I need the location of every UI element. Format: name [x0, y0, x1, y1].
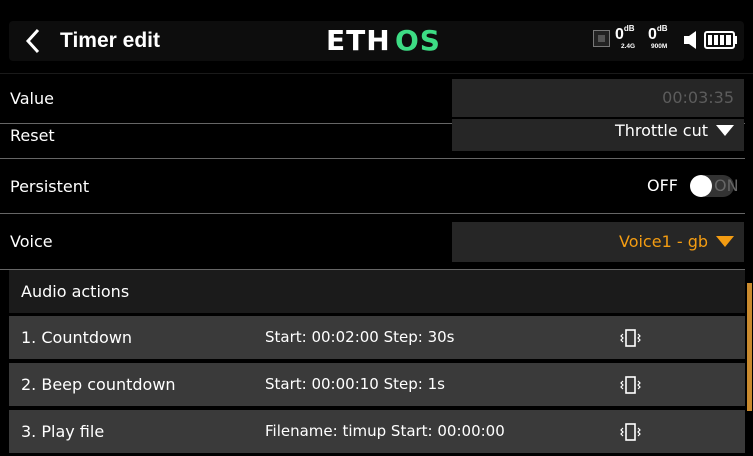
audio-action-detail: Start: 00:00:10 Step: 1s — [265, 375, 445, 393]
list-item[interactable]: 3. Play file Filename: timup Start: 00:0… — [9, 410, 745, 453]
reset-value: Throttle cut — [614, 121, 708, 140]
voice-dropdown[interactable]: Voice1 - gb — [452, 222, 744, 262]
audio-action-name: 2. Beep countdown — [21, 375, 176, 394]
dropdown-arrow-icon — [716, 236, 734, 247]
svg-text:ETH: ETH — [326, 24, 391, 57]
value-label: Value — [10, 89, 54, 108]
reset-dropdown[interactable]: Throttle cut — [452, 119, 744, 151]
ethos-logo: ETH OS — [326, 24, 441, 57]
signal-2g4-unit: dB — [623, 24, 635, 33]
page-title: Timer edit — [60, 29, 160, 52]
speaker-icon[interactable] — [682, 30, 702, 50]
back-arrow-icon[interactable] — [22, 26, 44, 56]
audio-actions-header: Audio actions — [9, 270, 745, 313]
scrollbar[interactable] — [747, 283, 752, 411]
toggle-off-label: OFF — [647, 176, 678, 195]
reset-label: Reset — [10, 126, 55, 145]
top-bar: Timer edit ETH OS 0dB 2.4G 0dB 900M — [0, 0, 753, 74]
audio-actions-title: Audio actions — [21, 282, 130, 301]
audio-action-name: 3. Play file — [21, 422, 105, 441]
list-item[interactable]: 2. Beep countdown Start: 00:00:10 Step: … — [9, 363, 745, 406]
audio-action-detail: Start: 00:02:00 Step: 30s — [265, 328, 455, 346]
signal-900m-band: 900M — [651, 43, 668, 50]
toggle-knob — [690, 175, 712, 197]
signal-900m: 0dB — [648, 24, 668, 44]
audio-action-name: 1. Countdown — [21, 328, 133, 347]
audio-action-detail: Filename: timup Start: 00:00:00 — [265, 422, 505, 440]
signal-2g4-band: 2.4G — [621, 43, 636, 50]
voice-label: Voice — [10, 232, 53, 251]
dropdown-arrow-icon — [716, 125, 734, 136]
battery-icon — [704, 31, 737, 49]
value-field[interactable]: 00:03:35 — [452, 79, 744, 117]
divider — [0, 158, 745, 159]
toggle-on-label: ON — [714, 176, 739, 195]
svg-text:OS: OS — [395, 24, 441, 57]
divider — [0, 213, 745, 214]
receiver-icon — [593, 30, 610, 47]
signal-900m-unit: dB — [656, 24, 668, 33]
vibrate-icon — [620, 329, 641, 347]
signal-900m-value: 0 — [648, 26, 657, 43]
signal-2g4: 0dB — [615, 24, 635, 44]
persistent-toggle-row: OFF ON — [0, 175, 745, 199]
status-area: 0dB 2.4G 0dB 900M — [593, 24, 745, 56]
vibrate-icon — [620, 376, 641, 394]
list-item[interactable]: 1. Countdown Start: 00:02:00 Step: 30s — [9, 316, 745, 359]
vibrate-icon — [620, 423, 641, 441]
signal-2g4-value: 0 — [615, 26, 624, 43]
voice-value: Voice1 - gb — [618, 232, 708, 251]
